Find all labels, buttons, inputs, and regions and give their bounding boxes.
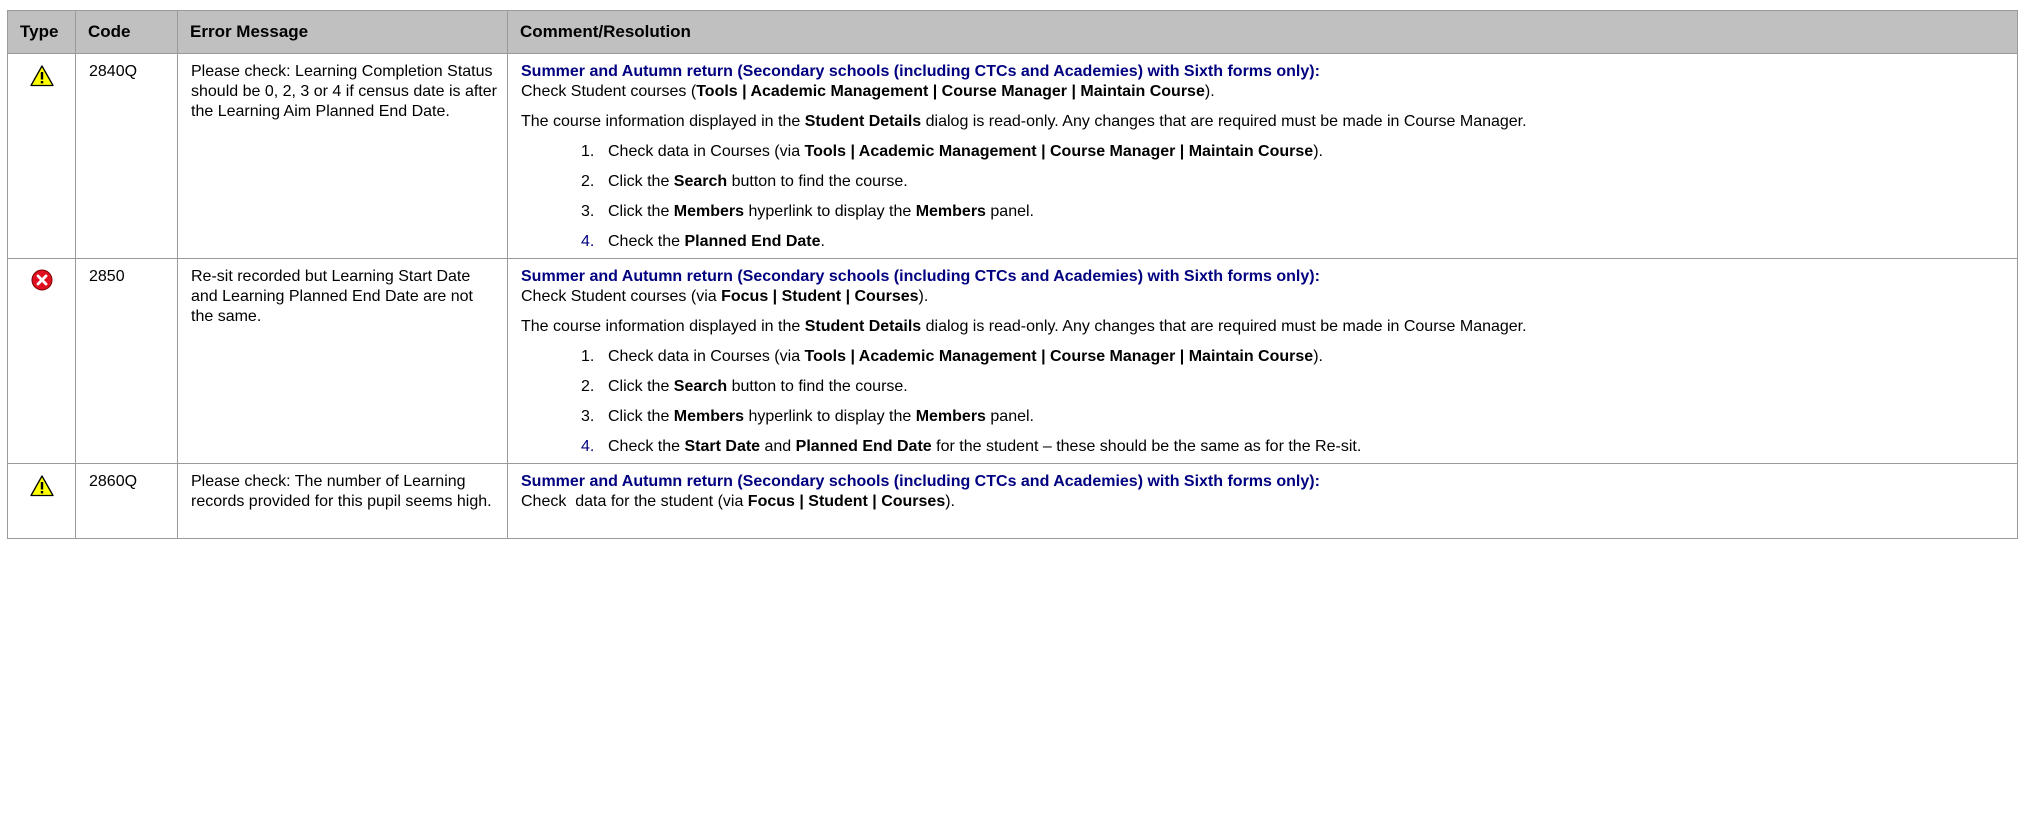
error-message-cell: Please check: Learning Completion Status… [177,53,508,259]
table-header-row: Type Code Error Message Comment/Resoluti… [7,10,2018,54]
check-instruction: Check data for the student (via Focus | … [521,493,955,510]
list-item: 3. Click the Members hyperlink to display… [581,203,1034,220]
return-heading: Summer and Autumn return (Secondary scho… [521,268,1320,285]
header-comment-resolution: Comment/Resolution [507,10,2018,54]
warning-icon [29,474,54,504]
list-item: 2. Click the Search button to find the co… [581,173,908,190]
type-cell [7,258,76,464]
code-cell: 2840Q [75,53,178,259]
list-item: 3. Click the Members hyperlink to display… [581,408,1034,425]
code-cell: 2860Q [75,463,178,539]
list-item: 1. Check data in Courses (via Tools | Aca… [581,348,1323,365]
list-item: 4. Check the Start Date and Planned End D… [581,438,1362,455]
error-message-cell: Please check: The number of Learning rec… [177,463,508,539]
table-row: 2850 Re-sit recorded but Learning Start … [7,258,2018,464]
read-only-note: The course information displayed in the … [521,318,1527,335]
steps-list: 1. Check data in Courses (via Tools | Aca… [521,347,2007,457]
warning-icon [29,64,54,94]
return-heading: Summer and Autumn return (Secondary scho… [521,63,1320,80]
header-code: Code [75,10,178,54]
error-icon [31,269,53,297]
code-cell: 2850 [75,258,178,464]
type-cell [7,463,76,539]
comment-cell: Summer and Autumn return (Secondary scho… [507,53,2018,259]
list-item: 2. Click the Search button to find the co… [581,378,908,395]
error-message-cell: Re-sit recorded but Learning Start Date … [177,258,508,464]
type-cell [7,53,76,259]
list-item: 1. Check data in Courses (via Tools | Aca… [581,143,1323,160]
steps-list: 1. Check data in Courses (via Tools | Aca… [521,142,2007,252]
comment-cell: Summer and Autumn return (Secondary scho… [507,258,2018,464]
header-error-message: Error Message [177,10,508,54]
check-instruction: Check Student courses (via Focus | Stude… [521,288,929,305]
table-row: 2860Q Please check: The number of Learni… [7,463,2018,539]
check-instruction: Check Student courses (Tools | Academic … [521,83,1215,100]
list-item: 4. Check the Planned End Date. [581,233,825,250]
error-codes-table: Type Code Error Message Comment/Resoluti… [7,10,2018,539]
table-row: 2840Q Please check: Learning Completion … [7,53,2018,259]
comment-cell: Summer and Autumn return (Secondary scho… [507,463,2018,539]
return-heading: Summer and Autumn return (Secondary scho… [521,473,1320,490]
read-only-note: The course information displayed in the … [521,113,1527,130]
header-type: Type [7,10,76,54]
